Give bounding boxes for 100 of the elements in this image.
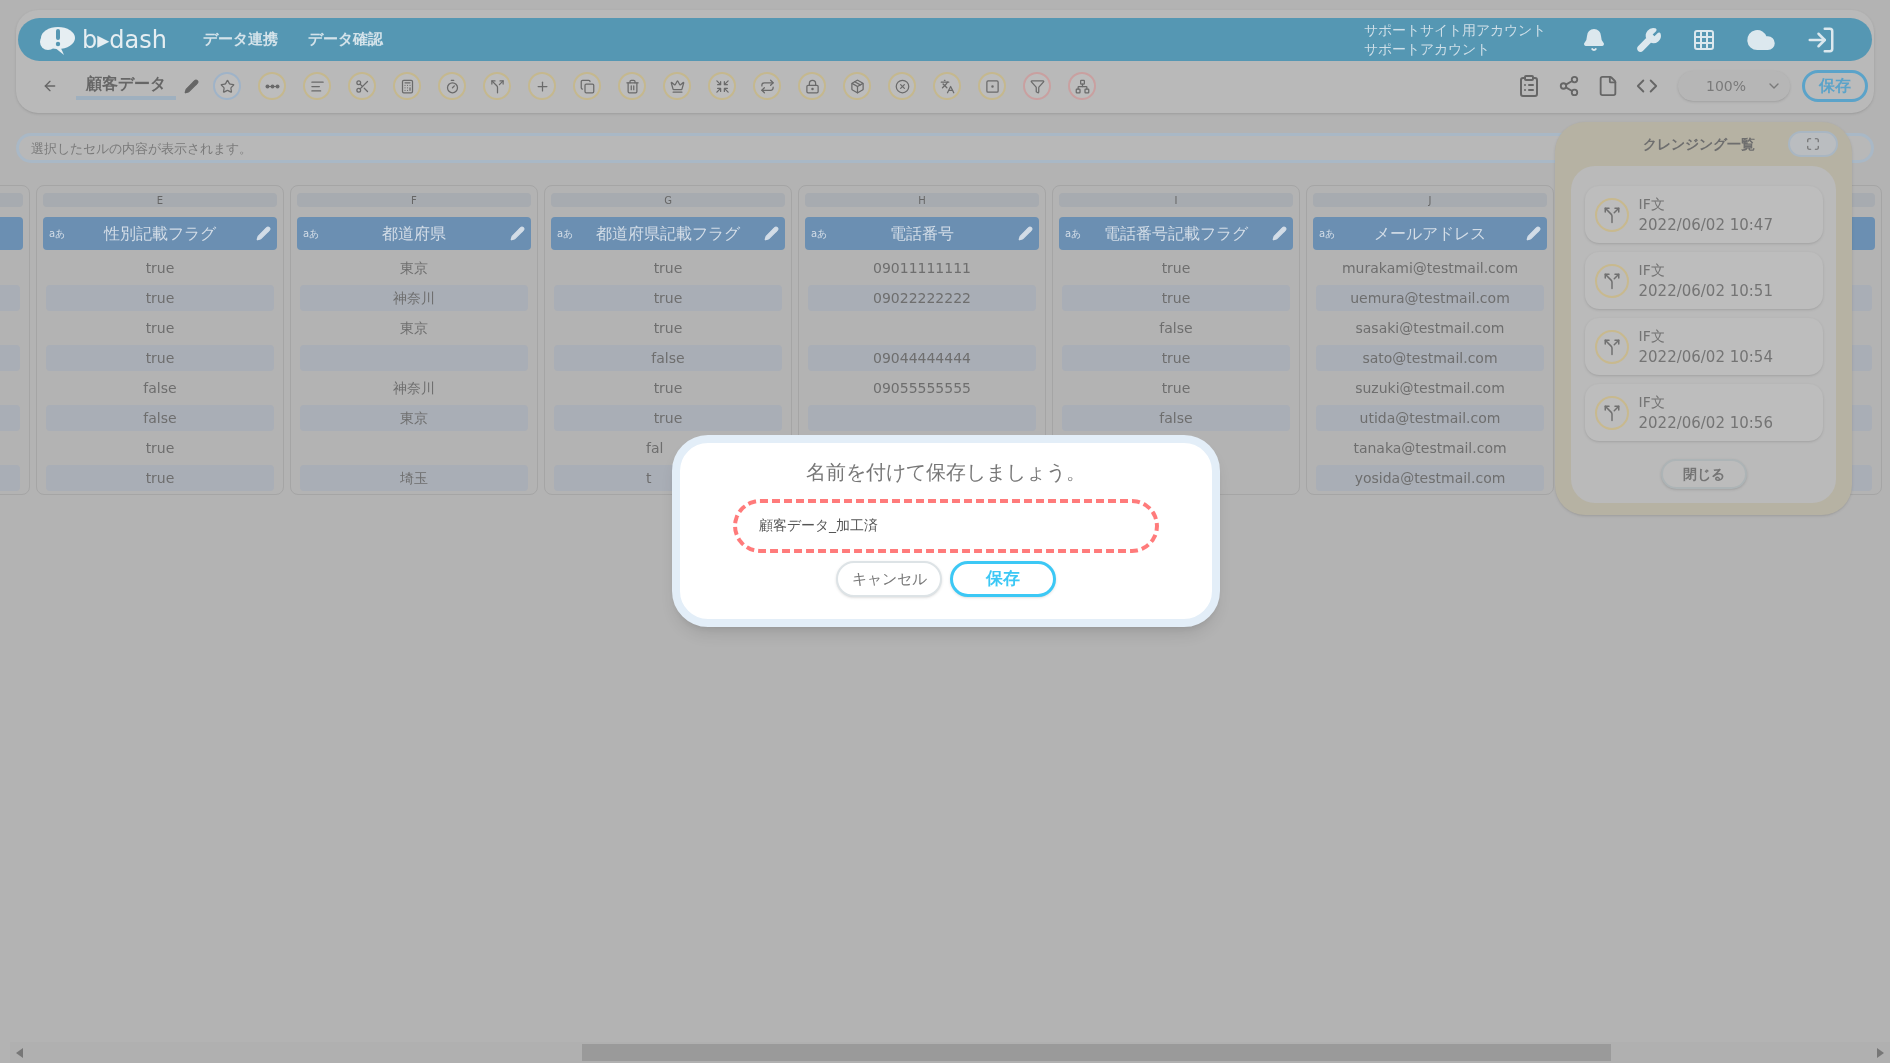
grid-icon[interactable] (1692, 27, 1716, 52)
star-button[interactable] (213, 72, 241, 100)
translate-button[interactable] (933, 72, 961, 100)
item-time: 2022/06/02 10:51 (1638, 280, 1773, 302)
cleansing-item[interactable]: IF文 2022/06/02 10:54 (1584, 318, 1823, 375)
panel-title: クレンジング一覧 (1643, 134, 1755, 154)
plus-button[interactable] (528, 72, 556, 100)
cancel-button[interactable]: キャンセル (836, 561, 942, 597)
wrench-icon[interactable] (1636, 26, 1662, 53)
table-cell: true (1062, 345, 1290, 371)
filter-button[interactable] (1023, 72, 1051, 100)
item-name: IF文 (1638, 194, 1666, 214)
bell-icon[interactable] (1582, 27, 1606, 52)
table-cell: false (554, 345, 782, 371)
column-letter: G (551, 193, 785, 207)
clipboard-icon[interactable] (1517, 74, 1541, 98)
table-cell: false (1062, 405, 1290, 431)
table-cell-text: true (1160, 258, 1192, 278)
file-icon[interactable] (1597, 75, 1619, 97)
scissors-button[interactable] (348, 72, 376, 100)
copy-button[interactable] (573, 72, 601, 100)
table-cell: false (46, 405, 274, 431)
cleansing-item[interactable]: IF文 2022/06/02 10:51 (1584, 252, 1823, 309)
expand-button[interactable] (1788, 131, 1838, 157)
shrink-icon (714, 78, 730, 94)
column-letter: H (805, 193, 1039, 207)
save-button[interactable]: 保存 (950, 561, 1056, 597)
crown-button[interactable] (663, 72, 691, 100)
table-cell-text: true (652, 318, 684, 338)
lock-button[interactable] (798, 72, 826, 100)
name-field[interactable]: 顧客データ_加工済 (733, 499, 1159, 553)
square-dot-button[interactable] (978, 72, 1006, 100)
left-arrow-icon[interactable] (16, 1047, 24, 1058)
table-cell-text: true (144, 258, 176, 278)
pencil-icon (1272, 226, 1287, 241)
save-button[interactable]: 保存 (1802, 70, 1868, 102)
edit-icon[interactable] (184, 78, 199, 94)
split-arrow-icon (1602, 271, 1621, 290)
type-label: aあ (303, 227, 321, 241)
table-cell-text: true (144, 318, 176, 338)
table-cell: yosida@testmail.com (1316, 465, 1544, 491)
split-button[interactable] (483, 72, 511, 100)
translate-icon (939, 78, 955, 94)
lines-button[interactable] (303, 72, 331, 100)
table-cell-text: false (1158, 318, 1194, 338)
pencil-icon (256, 226, 271, 241)
calculator-icon (399, 78, 415, 94)
cleansing-item[interactable]: IF文 2022/06/02 10:47 (1584, 186, 1823, 243)
table-cell-text: true (1160, 378, 1192, 398)
dotted-line-button[interactable] (258, 72, 286, 100)
nav-link[interactable]: データ確認 (307, 28, 383, 51)
close-button[interactable]: 閉じる (1660, 459, 1747, 489)
column-name: 電話番号記載フラグ (1103, 222, 1249, 245)
account-name: サポートサイト用アカウント (1364, 20, 1546, 40)
table-cell-text: 東京 (399, 318, 429, 338)
filter-icon (1029, 78, 1045, 94)
table-cell-text: fal (645, 438, 665, 458)
calculator-button[interactable] (393, 72, 421, 100)
item-time: 2022/06/02 10:54 (1638, 346, 1773, 368)
timer-button[interactable] (438, 72, 466, 100)
table-cell: true (46, 345, 274, 371)
scissors-icon (354, 78, 370, 94)
copy-icon (579, 78, 595, 94)
back-icon[interactable] (42, 78, 58, 94)
table-cell: true (554, 405, 782, 431)
account-name: サポートアカウント (1364, 39, 1491, 59)
column-name: 都道府県 (381, 222, 447, 245)
item-name: IF文 (1638, 260, 1666, 280)
box-button[interactable] (843, 72, 871, 100)
table-cell: 埼玉 (300, 465, 528, 491)
table-cell: 神奈川 (300, 285, 528, 311)
trash-button[interactable] (618, 72, 646, 100)
pencil-icon (510, 226, 525, 241)
type-label: aあ (557, 227, 575, 241)
right-arrow-icon[interactable] (1876, 1047, 1884, 1058)
shrink-button[interactable] (708, 72, 736, 100)
timer-icon (444, 78, 460, 94)
cleansing-item[interactable]: IF文 2022/06/02 10:56 (1584, 384, 1823, 441)
close-circle-button[interactable] (888, 72, 916, 100)
split-arrow-icon (1602, 337, 1621, 356)
split-arrow-icon (1602, 403, 1621, 422)
table-cell: true (46, 285, 274, 311)
table-cell: true (1062, 285, 1290, 311)
dialog-title: 名前を付けて保存しましょう。 (806, 459, 1086, 486)
fullscreen-icon (1806, 137, 1820, 151)
column-letter: J (1313, 193, 1547, 207)
zoom-select[interactable]: 100% (1678, 71, 1790, 101)
table-cell-text: 東京 (399, 258, 429, 278)
crown-icon (669, 78, 685, 94)
type-label: aあ (49, 227, 67, 241)
table-cell-text: 09055555555 (872, 378, 972, 398)
plus-icon (534, 78, 550, 94)
pencil-icon (764, 226, 779, 241)
repeat-button[interactable] (753, 72, 781, 100)
dotted-line-icon (264, 83, 280, 89)
item-name: IF文 (1638, 326, 1666, 346)
share-icon[interactable] (1558, 75, 1580, 97)
nav-link[interactable]: データ連携 (202, 28, 278, 51)
network-button[interactable] (1068, 72, 1096, 100)
table-cell: 09044444444 (808, 345, 1036, 371)
